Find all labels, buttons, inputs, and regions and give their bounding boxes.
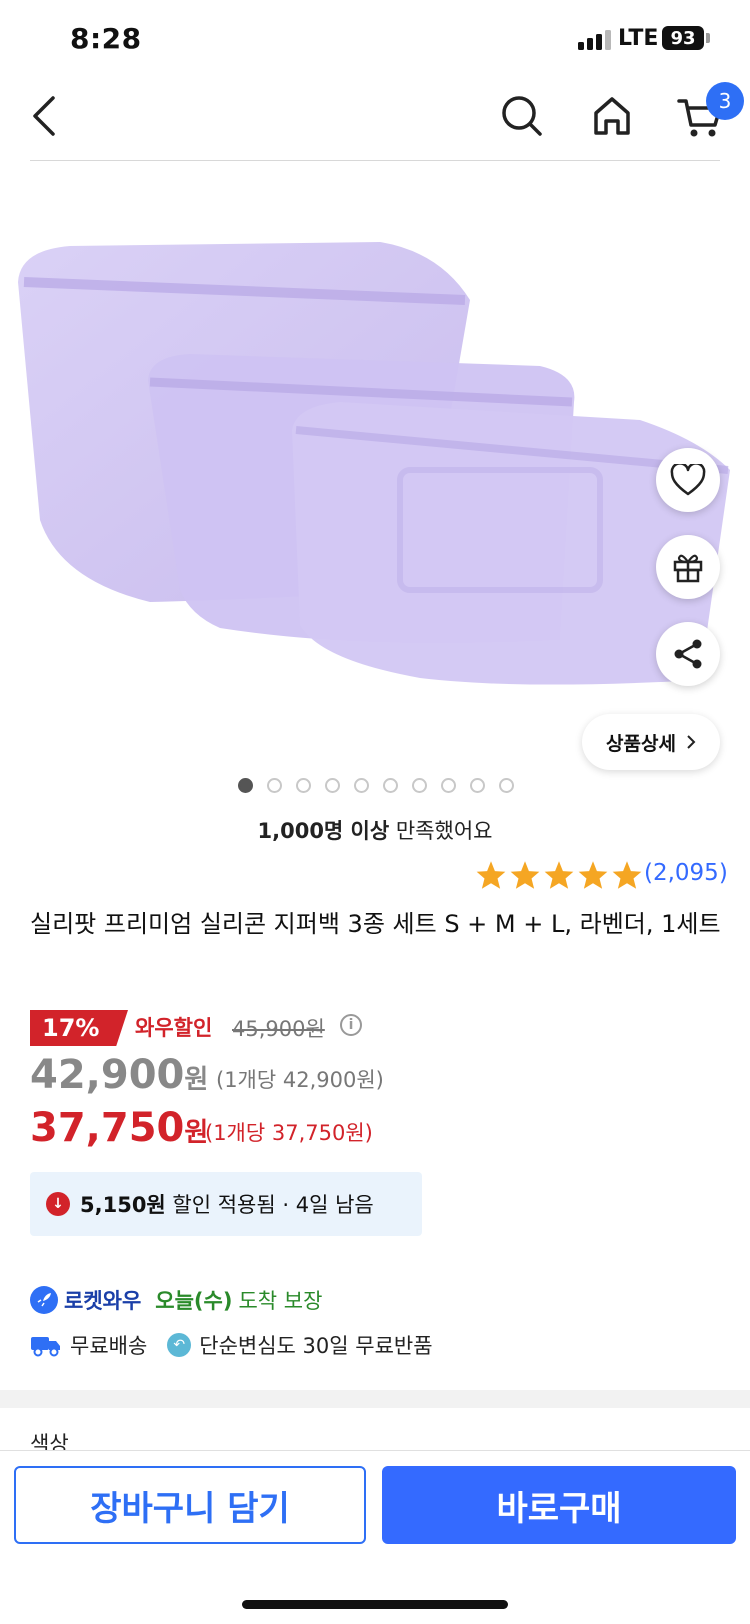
rocket-delivery-row: 로켓와우 오늘(수) 도착 보장: [30, 1285, 322, 1315]
chevron-right-icon: [687, 735, 696, 749]
pagination-dot[interactable]: [238, 778, 253, 793]
heart-icon: [670, 464, 706, 496]
pagination-dot[interactable]: [267, 778, 282, 793]
coupon-rest: 할인 적용됨 · 4일 남음: [165, 1193, 374, 1217]
free-shipping-label: 무료배송: [70, 1334, 148, 1358]
network-label: LTE: [618, 26, 659, 51]
arrival-text: 도착 보장: [238, 1289, 323, 1313]
battery-tip: [706, 33, 710, 43]
satisfaction-text: 1,000명 이상 만족했어요: [0, 815, 750, 845]
signal-icon: [578, 30, 611, 50]
cart-count-badge: 3: [706, 82, 744, 120]
down-arrow-icon: ↓: [46, 1192, 70, 1216]
pagination-dot[interactable]: [296, 778, 311, 793]
original-price: 45,900원: [232, 1017, 325, 1041]
coupon-applied-box[interactable]: ↓ 5,150원 할인 적용됨 · 4일 남음: [30, 1172, 422, 1236]
battery-icon: 93: [662, 26, 704, 50]
share-icon: [674, 639, 702, 669]
sale-price: 42,900원: [30, 1052, 208, 1098]
free-return-label: 단순변심도 30일 무료반품: [199, 1334, 433, 1358]
pagination-dot[interactable]: [383, 778, 398, 793]
pagination-dot[interactable]: [412, 778, 427, 793]
wow-unit-price: (1개당 37,750원): [205, 1121, 373, 1145]
rocket-icon: [30, 1286, 58, 1314]
status-time: 8:28: [70, 22, 142, 55]
pagination-dot[interactable]: [325, 778, 340, 793]
sale-price-won: 원: [184, 1065, 209, 1095]
satisfaction-count: 1,000명 이상: [257, 819, 390, 843]
wow-price-value: 37,750: [30, 1105, 185, 1151]
add-to-cart-button[interactable]: 장바구니 담기: [14, 1466, 366, 1544]
star-icon: [578, 861, 608, 889]
star-icon: [476, 861, 506, 889]
truck-icon: [31, 1337, 60, 1357]
info-icon[interactable]: i: [340, 1014, 362, 1036]
shipping-row: 무료배송 ↶ 단순변심도 30일 무료반품: [30, 1330, 433, 1360]
home-indicator: [242, 1600, 508, 1609]
arrival-day: 오늘(수): [155, 1289, 233, 1313]
coupon-text: 5,150원 할인 적용됨 · 4일 남음: [80, 1189, 374, 1219]
coupon-amount: 5,150원: [80, 1193, 166, 1217]
satisfaction-rest: 만족했어요: [389, 819, 493, 843]
search-icon[interactable]: [500, 94, 544, 138]
rating-stars[interactable]: [475, 860, 643, 890]
rating-count-link[interactable]: (2,095): [644, 860, 728, 886]
wow-price: 37,750원: [30, 1105, 208, 1151]
buy-now-button[interactable]: 바로구매: [382, 1466, 736, 1544]
product-detail-label: 상품상세: [606, 732, 676, 755]
sale-price-value: 42,900: [30, 1052, 185, 1098]
image-pagination-dots: [238, 778, 514, 793]
pagination-dot[interactable]: [470, 778, 485, 793]
discount-badge: 17%: [30, 1010, 128, 1046]
wishlist-heart-button[interactable]: [656, 448, 720, 512]
section-divider: [0, 1390, 750, 1408]
gift-button[interactable]: [656, 535, 720, 599]
top-divider: [30, 160, 720, 161]
star-icon: [510, 861, 540, 889]
star-icon: [612, 861, 642, 889]
rocket-label: 로켓와우: [64, 1289, 142, 1313]
pagination-dot[interactable]: [441, 778, 456, 793]
wow-discount-label: 와우할인: [135, 1016, 213, 1040]
home-icon[interactable]: [590, 94, 634, 138]
product-image[interactable]: [0, 170, 750, 760]
product-title: 실리팟 프리미엄 실리콘 지퍼백 3종 세트 S + M + L, 라벤더, 1…: [30, 910, 721, 938]
gift-icon: [673, 554, 703, 583]
pagination-dot[interactable]: [354, 778, 369, 793]
pagination-dot[interactable]: [499, 778, 514, 793]
product-detail-button[interactable]: 상품상세: [582, 714, 720, 770]
return-icon: ↶: [167, 1333, 192, 1357]
back-icon[interactable]: [22, 92, 66, 140]
sale-unit-price: (1개당 42,900원): [216, 1068, 384, 1092]
share-button[interactable]: [656, 622, 720, 686]
star-icon: [544, 861, 574, 889]
